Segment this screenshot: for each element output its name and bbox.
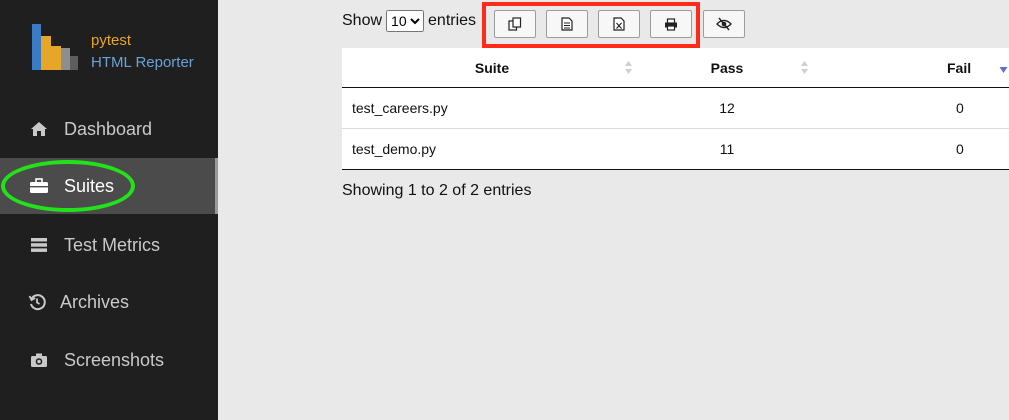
column-header-suite[interactable]: Suite [342,48,642,87]
sidebar-item-suites[interactable]: Suites [0,158,218,214]
sidebar-item-label: Dashboard [64,118,153,139]
home-icon [28,118,50,140]
logo-subtitle: HTML Reporter [91,54,194,71]
sort-desc-icon [999,67,1008,73]
suites-table: Suite Pass Fail test_careers.py 12 0 tes… [342,48,1009,170]
logo-bars-icon [32,24,78,70]
cell-pass: 11 [719,141,735,157]
column-visibility-button[interactable] [703,10,745,38]
csv-icon [561,17,573,31]
sidebar-item-screenshots[interactable]: Screenshots [0,332,218,388]
sidebar-item-label: Screenshots [64,349,165,370]
excel-button[interactable] [598,10,640,38]
column-header-label: Pass [710,59,744,76]
cell-fail: 0 [956,141,964,157]
main-content: Show 10 entries Suite Pass Fail test_car… [218,0,1009,420]
sidebar-item-label: Suites [64,175,115,196]
cell-suite: test_demo.py [352,141,437,157]
sidebar-item-label: Test Metrics [64,234,161,255]
print-icon [665,17,677,31]
show-label: Show [342,12,383,29]
app-logo[interactable]: pytest HTML Reporter [28,22,208,74]
table-row[interactable]: test_demo.py 11 0 [342,129,1009,170]
history-icon [26,291,48,313]
entries-length-control: Show 10 entries [342,10,476,32]
cell-suite: test_careers.py [352,100,448,116]
copy-button[interactable] [494,10,536,38]
sidebar-item-label: Archives [60,291,130,312]
cell-fail: 0 [956,100,964,116]
column-header-pass[interactable]: Pass [642,48,812,87]
cell-pass: 12 [719,100,735,116]
entries-label: entries [428,12,477,29]
sort-both-icon [625,61,632,74]
excel-icon [613,17,625,31]
server-icon [28,234,50,256]
csv-button[interactable] [546,10,588,38]
print-button[interactable] [650,10,692,38]
sidebar-item-dashboard[interactable]: Dashboard [0,101,218,157]
camera-icon [28,349,50,371]
briefcase-icon [28,175,50,197]
column-visibility-icon [716,17,732,31]
table-header: Suite Pass Fail [342,48,1009,88]
sidebar: pytest HTML Reporter Dashboard Suites Te… [0,0,218,420]
sidebar-item-test-metrics[interactable]: Test Metrics [0,217,218,273]
sort-both-icon [801,61,808,74]
copy-icon [508,17,522,31]
logo-title: pytest [91,32,132,49]
column-header-fail[interactable]: Fail [812,48,1009,87]
table-info: Showing 1 to 2 of 2 entries [342,182,532,199]
table-row[interactable]: test_careers.py 12 0 [342,88,1009,129]
column-header-label: Fail [947,59,972,76]
entries-select[interactable]: 10 [386,10,425,32]
sidebar-item-archives[interactable]: Archives [0,274,218,330]
column-header-label: Suite [474,59,510,76]
